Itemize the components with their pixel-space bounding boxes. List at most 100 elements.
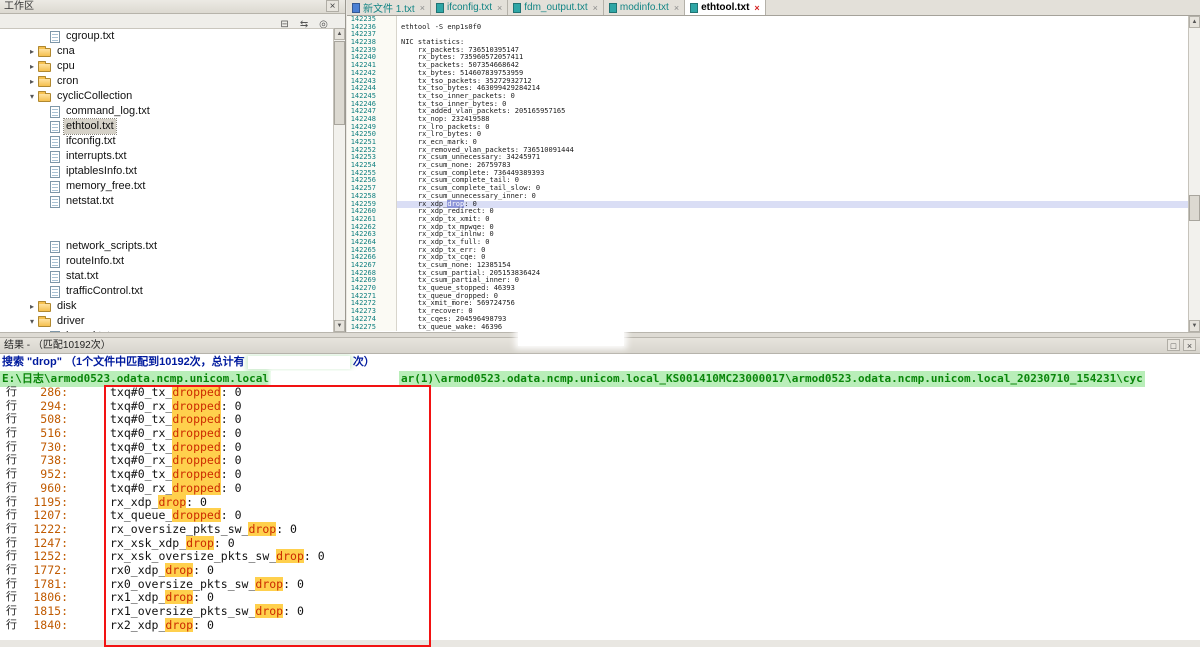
match-highlight: dropped xyxy=(172,399,220,413)
chevron-icon[interactable]: ▸ xyxy=(26,59,38,74)
tree-item-netstat-txt[interactable]: netstat.txt xyxy=(0,194,333,209)
chevron-icon[interactable]: ▸ xyxy=(26,44,38,59)
scroll-up-icon[interactable]: ▲ xyxy=(334,28,345,40)
folder-icon xyxy=(38,78,51,87)
tree-item-disk[interactable]: ▸ disk xyxy=(0,299,333,314)
tree-item-interrupts-txt[interactable]: interrupts.txt xyxy=(0,149,333,164)
tree-item-stat-txt[interactable]: stat.txt xyxy=(0,269,333,284)
result-row[interactable]: 行1195:rx_xdp_drop: 0 xyxy=(0,496,1200,510)
tree-item-cpu[interactable]: ▸cpu xyxy=(0,59,333,74)
close-icon[interactable]: × xyxy=(497,3,502,13)
file-tree[interactable]: cgroup.txt▸cna▸cpu▸cron▾cyclicCollection… xyxy=(0,28,333,332)
result-row[interactable]: 行1247:rx_xsk_xdp_drop: 0 xyxy=(0,537,1200,551)
tree-item-command-log-txt[interactable]: command_log.txt xyxy=(0,104,333,119)
tree-item-cgroup-txt[interactable]: cgroup.txt xyxy=(0,29,333,44)
scrollbar-thumb[interactable] xyxy=(334,41,345,125)
result-row[interactable]: 行1806:rx1_xdp_drop: 0 xyxy=(0,591,1200,605)
row-label: 行 xyxy=(6,468,20,482)
result-row[interactable]: 行1207:tx_queue_dropped: 0 xyxy=(0,509,1200,523)
scrollbar-thumb[interactable] xyxy=(1189,195,1200,221)
result-row[interactable]: 行1840:rx2_xdp_drop: 0 xyxy=(0,619,1200,633)
file-icon xyxy=(50,136,60,148)
match-highlight: drop xyxy=(255,577,283,591)
file-icon xyxy=(50,121,60,133)
row-label: 行 xyxy=(6,537,20,551)
folder-icon xyxy=(38,93,51,102)
tree-item-label: ifconfig.txt xyxy=(64,134,118,149)
result-row[interactable]: 行286:txq#0_tx_dropped: 0 xyxy=(0,386,1200,400)
result-line-number: 508: xyxy=(20,413,68,427)
tree-item-routeinfo-txt[interactable]: routeInfo.txt xyxy=(0,254,333,269)
chevron-icon[interactable]: ▾ xyxy=(26,89,38,104)
tree-item-memory-free-txt[interactable]: memory_free.txt xyxy=(0,179,333,194)
result-row[interactable]: 行1252:rx_xsk_oversize_pkts_sw_drop: 0 xyxy=(0,550,1200,564)
result-row[interactable]: 行1815:rx1_oversize_pkts_sw_drop: 0 xyxy=(0,605,1200,619)
row-label: 行 xyxy=(6,413,20,427)
tree-item-cron[interactable]: ▸ cron xyxy=(0,74,333,89)
tree-item-network-scripts-txt[interactable]: network_scripts.txt xyxy=(0,239,333,254)
row-label: 行 xyxy=(6,454,20,468)
maximize-icon[interactable]: □ xyxy=(1167,339,1180,351)
close-icon[interactable]: × xyxy=(593,3,598,13)
code-text xyxy=(397,31,1188,39)
result-line-number: 1781: xyxy=(20,578,68,592)
result-row[interactable]: 行1781:rx0_oversize_pkts_sw_drop: 0 xyxy=(0,578,1200,592)
close-icon[interactable]: × xyxy=(1183,339,1196,351)
tree-item-cycliccollection[interactable]: ▾cyclicCollection xyxy=(0,89,333,104)
folder-icon xyxy=(38,48,51,57)
result-line-number: 952: xyxy=(20,468,68,482)
result-row[interactable]: 行294:txq#0_rx_dropped: 0 xyxy=(0,400,1200,414)
tab-1-txt[interactable]: 新文件 1.txt× xyxy=(347,0,431,15)
tab-fdm-output-txt[interactable]: fdm_output.txt× xyxy=(508,0,604,15)
result-file-path: E:\日志\armod0523.odata.ncmp.unicom.locala… xyxy=(0,371,1200,387)
result-row[interactable]: 行1772:rx0_xdp_drop: 0 xyxy=(0,564,1200,578)
tree-item-label: trafficControl.txt xyxy=(64,284,145,299)
code-text: rx_xdp_redirect: 0 xyxy=(397,208,1188,216)
tree-item-ifconfig-txt[interactable]: ifconfig.txt xyxy=(0,134,333,149)
result-row[interactable]: 行960:txq#0_rx_dropped: 0 xyxy=(0,482,1200,496)
chevron-icon[interactable]: ▸ xyxy=(26,74,38,89)
close-icon[interactable]: × xyxy=(420,3,425,13)
tree-item-label: disk xyxy=(55,299,79,314)
row-label: 行 xyxy=(6,578,20,592)
tab-label: ethtool.txt xyxy=(701,2,749,13)
chevron-icon[interactable]: ▸ xyxy=(26,299,38,314)
tree-item-ethtool-txt[interactable]: ethtool.txt xyxy=(0,119,333,134)
result-row[interactable]: 行516:txq#0_rx_dropped: 0 xyxy=(0,427,1200,441)
code-text: rx_lro_bytes: 0 xyxy=(397,131,1188,139)
folder-icon xyxy=(38,63,51,72)
tab-modinfo-txt[interactable]: modinfo.txt× xyxy=(604,0,685,15)
result-row[interactable]: 行952:txq#0_tx_dropped: 0 xyxy=(0,468,1200,482)
file-icon xyxy=(50,166,60,178)
tab-ethtool-txt[interactable]: ethtool.txt × xyxy=(685,0,766,15)
result-text: txq#0_tx_dropped: 0 xyxy=(110,413,242,427)
tree-item-label: stat.txt xyxy=(64,269,100,284)
row-label: 行 xyxy=(6,386,20,400)
chevron-icon[interactable]: ▾ xyxy=(26,314,38,329)
scroll-down-icon[interactable]: ▼ xyxy=(1189,320,1200,332)
tree-item-cna[interactable]: ▸cna xyxy=(0,44,333,59)
result-row[interactable]: 行730:txq#0_tx_dropped: 0 xyxy=(0,441,1200,455)
row-label: 行 xyxy=(6,400,20,414)
editor-scrollbar[interactable]: ▲ ▼ xyxy=(1188,16,1200,332)
result-text: rx1_oversize_pkts_sw_drop: 0 xyxy=(110,605,304,619)
editor-code[interactable]: 142235142236ethtool -S enp1s0f0142237142… xyxy=(347,16,1188,332)
tree-item-trafficcontrol-txt[interactable]: trafficControl.txt xyxy=(0,284,333,299)
close-icon[interactable]: × xyxy=(754,3,759,13)
code-line: 142275 tx_queue_wake: 46396 xyxy=(347,324,1188,332)
row-label: 行 xyxy=(6,523,20,537)
tree-item-label: cron xyxy=(55,74,80,89)
tab-ifconfig-txt[interactable]: ifconfig.txt× xyxy=(431,0,508,15)
close-icon[interactable]: × xyxy=(674,3,679,13)
code-text: rx_xdp_tx_err: 0 xyxy=(397,247,1188,255)
code-text: tx_xmit_more: 569724756 xyxy=(397,300,1188,308)
result-row[interactable]: 行1222:rx_oversize_pkts_sw_drop: 0 xyxy=(0,523,1200,537)
tree-item-driver[interactable]: ▾driver xyxy=(0,314,333,329)
scroll-up-icon[interactable]: ▲ xyxy=(1189,16,1200,28)
tree-scrollbar[interactable]: ▲ ▼ xyxy=(333,28,345,332)
close-icon[interactable]: × xyxy=(326,0,339,12)
result-row[interactable]: 行738:txq#0_rx_dropped: 0 xyxy=(0,454,1200,468)
scroll-down-icon[interactable]: ▼ xyxy=(334,320,345,332)
result-row[interactable]: 行508: txq#0_tx_dropped: 0 xyxy=(0,413,1200,427)
tree-item-iptablesinfo-txt[interactable]: iptablesInfo.txt xyxy=(0,164,333,179)
